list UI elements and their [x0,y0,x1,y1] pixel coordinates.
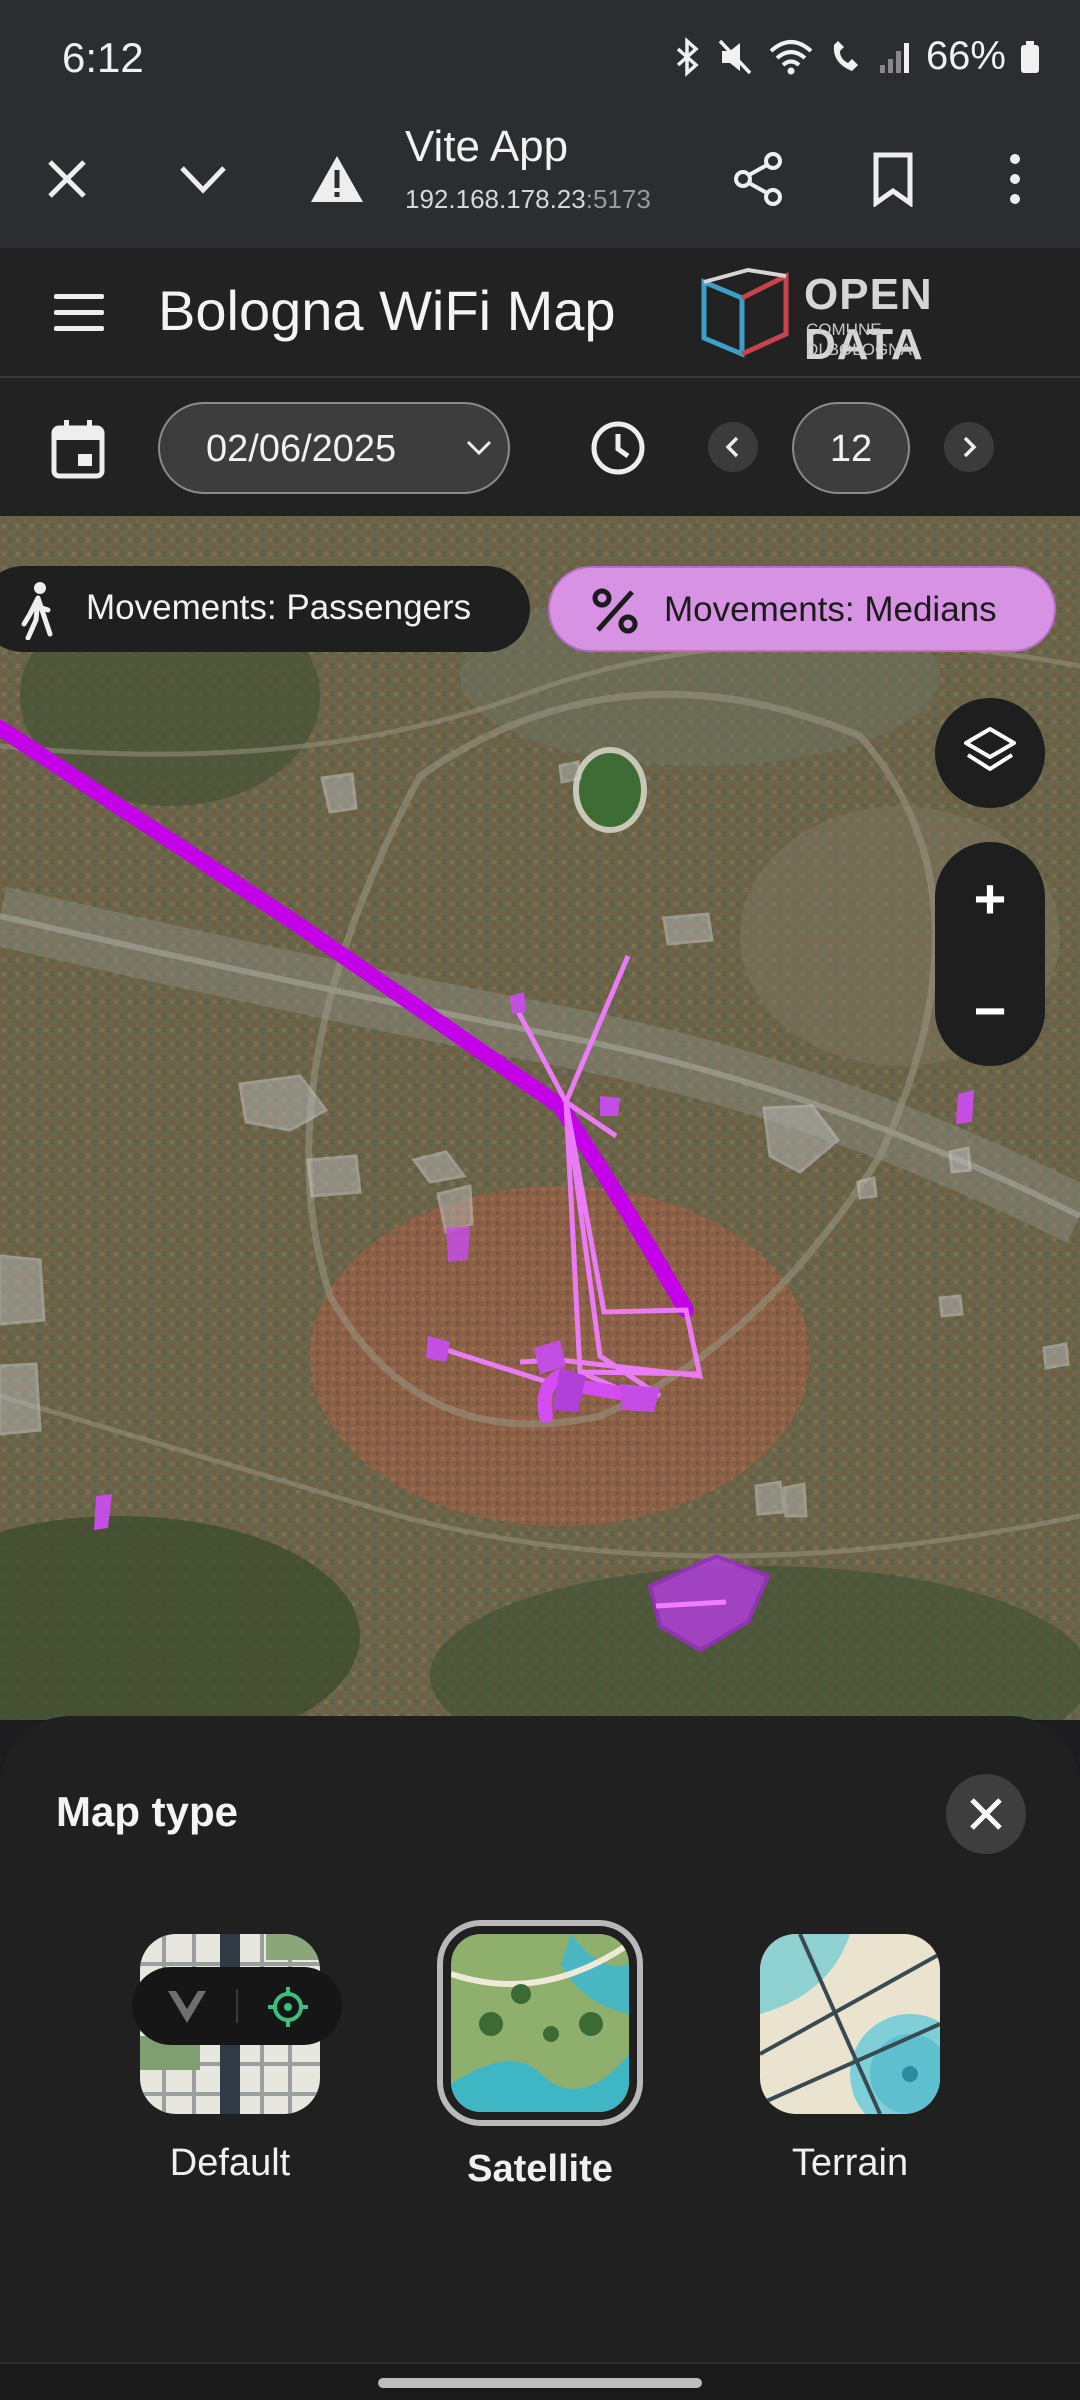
app-title: Bologna WiFi Map [158,279,616,342]
satellite-map[interactable] [0,516,1080,1720]
vue-logo-icon [168,1991,206,2023]
chip-movements-passengers[interactable]: Movements: Passengers [0,566,530,652]
close-tab-button[interactable] [22,134,112,224]
vue-devtools-toggle[interactable] [132,1967,342,2045]
status-time: 6:12 [62,34,144,81]
bluetooth-icon [672,36,702,77]
divider [236,1989,238,2023]
time-button[interactable] [588,418,648,478]
sheet-title: Map type [56,1788,239,1835]
calendar-icon [51,420,105,479]
share-icon [734,152,782,206]
chip-passengers-label: Movements: Passengers [86,588,472,627]
maptype-default-label: Default [169,2142,291,2184]
status-bar: 6:12 66% [0,0,1080,110]
layers-button[interactable] [935,698,1045,808]
status-icons: 66% [672,34,1040,79]
site-security-button[interactable] [292,134,382,224]
zoom-in-button[interactable]: + [935,842,1045,954]
open-data-logo: OPEN DATA COMUNE DI BOLOGNA [698,268,1038,369]
battery-icon [1020,37,1040,77]
url-port: :5173 [585,184,651,214]
page-url[interactable]: 192.168.178.23:5173 [405,184,651,215]
mute-icon [716,37,754,77]
zoom-control: + − [935,842,1045,1066]
maptype-satellite-label: Satellite [467,2148,613,2190]
next-hour-button[interactable] [944,422,994,472]
date-value: 02/06/2025 [206,428,397,470]
percent-icon [592,588,638,634]
hour-value: 12 [829,428,873,470]
maptype-satellite[interactable]: Satellite [430,1920,650,2191]
battery-percent: 66% [925,34,1006,78]
chevron-right-icon [963,436,977,458]
bookmark-button[interactable] [848,134,938,224]
sheet-close-button[interactable] [946,1774,1026,1854]
clock-icon [591,421,645,475]
date-time-controls: 02/06/2025 12 [0,378,1080,516]
chevron-down-icon [180,166,226,194]
chip-medians-label: Movements: Medians [664,590,997,629]
selected-thumbnail-frame [437,1920,643,2126]
more-vertical-icon [1010,154,1020,204]
chip-movements-medians[interactable]: Movements: Medians [548,566,1056,652]
wifi-calling-icon [828,37,864,77]
calendar-button[interactable] [48,418,108,482]
app-header: Bologna WiFi Map OPEN DATA COMUNE DI BOL… [0,248,1080,378]
share-button[interactable] [714,134,804,224]
more-options-button[interactable] [970,134,1060,224]
chevron-left-icon [725,436,739,458]
warning-icon [311,156,363,202]
logo-subtitle-1: COMUNE [806,320,882,339]
maptype-terrain-label: Terrain [791,2142,909,2184]
signal-icon [878,37,912,77]
map-imagery [0,516,1080,1720]
gesture-handle[interactable] [378,2378,702,2388]
previous-hour-button[interactable] [708,422,758,472]
satellite-map-thumbnail [451,1934,629,2112]
maptype-terrain[interactable]: Terrain [740,1934,960,2185]
bookmark-icon [873,152,913,207]
zoom-out-button[interactable]: − [935,954,1045,1066]
url-host: 192.168.178.23 [405,184,586,214]
chevron-down-icon [466,440,492,456]
wifi-icon [768,37,814,77]
hamburger-menu-icon [54,294,104,331]
browser-toolbar: Vite App 192.168.178.23:5173 [0,110,1080,248]
system-navigation-bar [0,2362,1080,2400]
close-icon [970,1798,1002,1830]
date-select[interactable]: 02/06/2025 [158,402,510,494]
logo-subtitle-2: DI BOLOGNA [806,340,912,359]
page-title[interactable]: Vite App [405,122,568,172]
crosshair-icon [268,1987,308,2027]
walking-person-icon [21,582,53,640]
menu-button[interactable] [48,288,112,338]
layers-icon [964,727,1016,771]
minimize-tab-button[interactable] [158,134,248,224]
terrain-map-thumbnail [760,1934,940,2114]
book-logo-icon [701,268,789,358]
hour-select[interactable]: 12 [792,402,910,494]
close-icon [48,160,86,198]
